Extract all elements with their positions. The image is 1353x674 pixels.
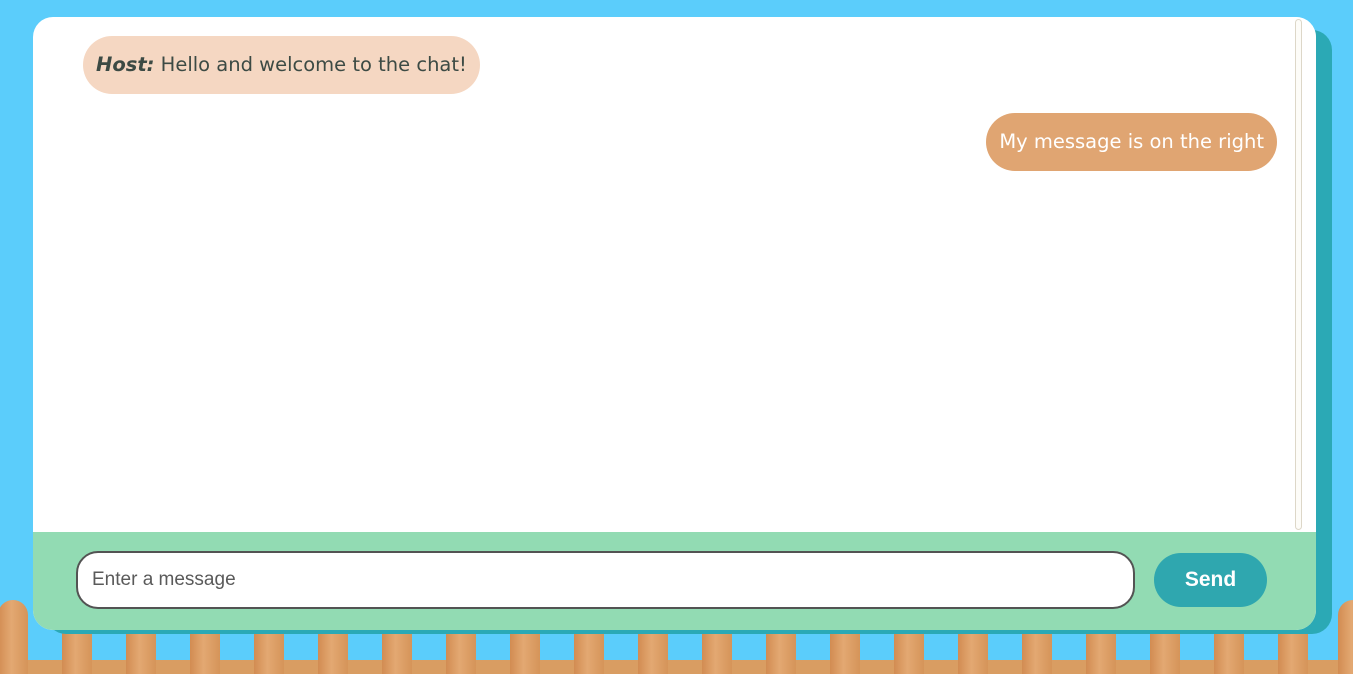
my-message-bubble: My message is on the right	[986, 113, 1277, 171]
scrollbar-thumb[interactable]	[1295, 19, 1302, 530]
chat-window: Host: Hello and welcome to the chat! My …	[33, 17, 1316, 630]
message-list-scrollbar[interactable]	[1293, 17, 1316, 532]
message-input[interactable]	[76, 551, 1135, 609]
message-text: My message is on the right	[999, 130, 1264, 153]
fence-picket	[0, 600, 28, 674]
host-message-bubble: Host: Hello and welcome to the chat!	[83, 36, 480, 94]
message-sender: Host:	[96, 53, 155, 76]
fence-picket	[1338, 600, 1353, 674]
composer-bar: Send	[33, 532, 1316, 630]
message-text: Hello and welcome to the chat!	[160, 53, 467, 76]
send-button[interactable]: Send	[1154, 553, 1267, 607]
message-list: Host: Hello and welcome to the chat! My …	[33, 17, 1293, 532]
